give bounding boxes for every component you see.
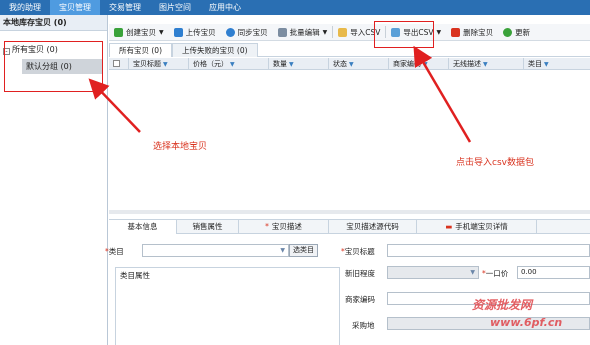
tab-item-description-label: 宝贝描述	[271, 222, 302, 231]
highlight-local-items-box	[4, 41, 103, 92]
column-title[interactable]: 宝贝标题 ▼	[129, 57, 189, 70]
column-title-label: 宝贝标题	[133, 59, 161, 68]
upload-item-label: 上传宝贝	[185, 27, 216, 37]
edit-list-icon	[277, 27, 287, 37]
delete-item-label: 删除宝贝	[463, 27, 494, 37]
category-attributes-label: 类目属性	[120, 271, 150, 280]
purchase-location-label: 采购地	[352, 321, 375, 330]
select-category-button[interactable]: 选类目	[289, 244, 318, 257]
nav-tab-trade-management[interactable]: 交易管理	[100, 0, 150, 15]
column-price[interactable]: 价格（元） ▼	[189, 57, 269, 70]
tab-basic-info[interactable]: 基本信息	[109, 220, 177, 234]
column-status[interactable]: 状态 ▼	[329, 57, 389, 70]
column-status-label: 状态	[333, 59, 347, 68]
column-quantity-label: 数量	[273, 59, 287, 68]
grid-select-all-cell	[109, 57, 129, 70]
create-item-button[interactable]: 创建宝贝 ▼	[109, 25, 169, 40]
title-label: *宝贝标题	[341, 246, 375, 257]
tab-mobile-details-label: 手机端宝贝详情	[455, 222, 508, 231]
tab-all-items[interactable]: 所有宝贝 (0)	[109, 43, 173, 57]
category-label-text: 类目	[108, 247, 124, 256]
filter-icon[interactable]: ▼	[163, 61, 168, 68]
nav-tab-assistant[interactable]: 我的助理	[0, 0, 50, 15]
delete-icon	[451, 27, 461, 37]
chevron-down-icon[interactable]: ▼	[159, 29, 164, 36]
update-label: 更新	[515, 27, 531, 37]
chevron-down-icon[interactable]: ▼	[437, 29, 442, 36]
nav-tab-item-management[interactable]: 宝贝管理	[50, 0, 100, 15]
sync-item-label: 同步宝贝	[237, 27, 268, 37]
detail-tabs: 基本信息 销售属性 * 宝贝描述 宝贝描述源代码 ▬ 手机端宝贝详情	[109, 219, 590, 234]
condition-label: 新旧程度	[345, 269, 375, 278]
category-attributes-box: 类目属性	[115, 267, 340, 345]
column-price-label: 价格（元）	[193, 59, 228, 68]
select-all-checkbox[interactable]	[113, 59, 120, 67]
condition-select[interactable]: ▼	[387, 266, 479, 279]
grid-header: 宝贝标题 ▼ 价格（元） ▼ 数量 ▼ 状态 ▼ 商家编码 ▼ 无线描述 ▼ 类目 ▼	[109, 57, 590, 70]
tab-item-description[interactable]: * 宝贝描述	[239, 220, 329, 234]
column-wireless-desc-label: 无线描述	[453, 59, 481, 68]
tab-mobile-details[interactable]: ▬ 手机端宝贝详情	[417, 220, 537, 234]
annotation-import-csv: 点击导入csv数据包	[456, 158, 534, 168]
chevron-down-icon[interactable]: ▼	[323, 29, 328, 36]
price-label-text: 一口价	[485, 269, 509, 278]
create-item-label: 创建宝贝	[126, 27, 156, 37]
tab-sales-attributes[interactable]: 销售属性	[177, 220, 239, 234]
refresh-icon	[503, 27, 513, 37]
column-quantity[interactable]: 数量 ▼	[269, 57, 329, 70]
column-category-label: 类目	[528, 59, 542, 68]
upload-item-button[interactable]: 上传宝贝	[169, 25, 221, 40]
price-label: *一口价	[482, 268, 508, 279]
sync-icon	[225, 27, 235, 37]
chevron-down-icon: ▼	[280, 247, 285, 254]
title-label-text: 宝贝标题	[344, 247, 375, 256]
plus-icon	[114, 27, 123, 37]
annotation-select-local: 选择本地宝贝	[153, 142, 208, 152]
category-select[interactable]: ▼	[142, 244, 289, 257]
top-nav: 我的助理 宝贝管理 交易管理 图片空间 应用中心	[0, 0, 590, 15]
filter-icon[interactable]: ▼	[544, 61, 549, 68]
required-star-icon: *	[265, 222, 269, 231]
filter-icon[interactable]: ▼	[230, 61, 235, 68]
column-merchant-code[interactable]: 商家编码 ▼	[389, 57, 449, 70]
batch-edit-button[interactable]: 批量编辑 ▼	[273, 25, 333, 40]
tab-description-source[interactable]: 宝贝描述源代码	[329, 220, 417, 234]
toolbar: 创建宝贝 ▼ 上传宝贝 同步宝贝 批量编辑 ▼ 导入CSV 导出CSV ▼ 删除…	[109, 24, 590, 41]
update-button[interactable]: 更新	[498, 25, 535, 40]
local-inventory-title: 本地库存宝贝 (0)	[0, 15, 107, 31]
column-merchant-code-label: 商家编码	[393, 59, 421, 68]
watermark-text: 资源批发网	[472, 298, 533, 312]
filter-icon[interactable]: ▼	[483, 61, 488, 68]
watermark-url: www.6pf.cn	[490, 316, 563, 329]
import-file-icon	[338, 27, 348, 37]
chevron-down-icon: ▼	[470, 269, 475, 276]
upload-icon	[173, 27, 183, 37]
item-filter-tabs: 所有宝贝 (0) 上传失败的宝贝 (0)	[109, 43, 590, 57]
tab-upload-failed[interactable]: 上传失败的宝贝 (0)	[172, 43, 258, 57]
merchant-code-label: 商家编码	[345, 295, 375, 304]
column-wireless-desc[interactable]: 无线描述 ▼	[449, 57, 524, 70]
filter-icon[interactable]: ▼	[423, 61, 428, 68]
delete-item-button[interactable]: 删除宝贝	[446, 25, 498, 40]
title-input[interactable]	[387, 244, 590, 257]
horizontal-scrollbar[interactable]	[109, 210, 590, 214]
price-input[interactable]: 0.00	[517, 266, 590, 279]
filter-icon[interactable]: ▼	[349, 61, 354, 68]
nav-tab-image-space[interactable]: 图片空间	[150, 0, 200, 15]
batch-edit-label: 批量编辑	[289, 27, 320, 37]
category-label: *类目	[105, 246, 124, 257]
filter-icon[interactable]: ▼	[289, 61, 294, 68]
mobile-icon: ▬	[445, 222, 453, 231]
nav-tab-app-center[interactable]: 应用中心	[200, 0, 250, 15]
highlight-import-csv-box	[374, 21, 434, 48]
column-category[interactable]: 类目 ▼	[524, 58, 590, 70]
sync-item-button[interactable]: 同步宝贝	[221, 25, 273, 40]
